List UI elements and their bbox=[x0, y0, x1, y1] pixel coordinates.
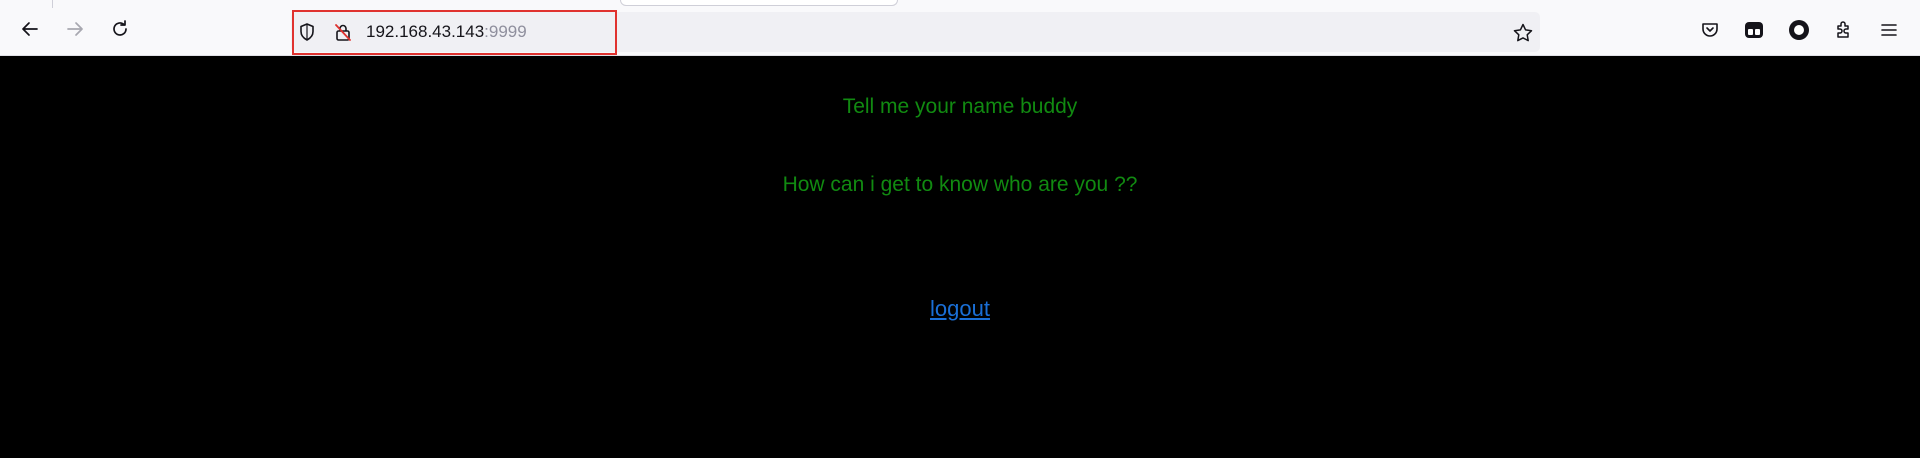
reload-icon bbox=[113, 20, 127, 36]
profile-circle-icon[interactable] bbox=[1787, 18, 1811, 42]
browser-toolbar: 192.168.43.143:9999 bbox=[0, 0, 1920, 56]
forward-button[interactable] bbox=[58, 12, 92, 46]
url-highlight-box bbox=[292, 10, 617, 55]
logout-link[interactable]: logout bbox=[0, 296, 1920, 322]
page-heading: Tell me your name buddy bbox=[842, 95, 1078, 118]
extension-icon[interactable] bbox=[1742, 18, 1766, 42]
pocket-icon[interactable] bbox=[1698, 18, 1722, 42]
star-icon[interactable] bbox=[1512, 22, 1534, 44]
reload-button[interactable] bbox=[103, 12, 137, 46]
page-subtext: How can i get to know who are you ?? bbox=[782, 173, 1138, 196]
forward-arrow-icon bbox=[67, 22, 83, 36]
puzzle-icon[interactable] bbox=[1832, 18, 1856, 42]
tab-divider bbox=[52, 0, 53, 8]
logout-link-text[interactable]: logout bbox=[930, 296, 990, 321]
tab-edge bbox=[620, 0, 898, 6]
back-arrow-icon bbox=[22, 22, 38, 36]
page-content: Tell me your name buddy How can i get to… bbox=[0, 57, 1920, 458]
hamburger-menu-icon[interactable] bbox=[1877, 18, 1901, 42]
back-button[interactable] bbox=[13, 12, 47, 46]
